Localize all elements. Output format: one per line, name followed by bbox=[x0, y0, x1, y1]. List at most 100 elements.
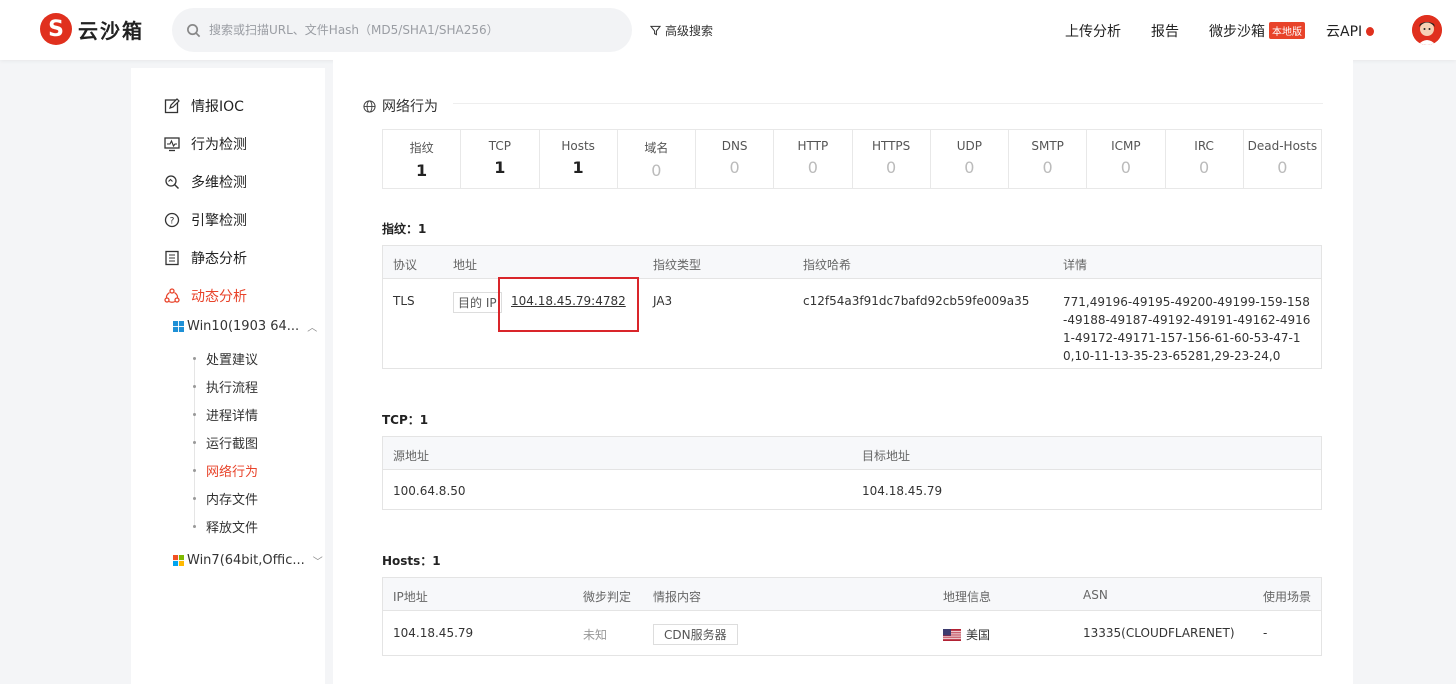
col-protocol: 协议 bbox=[393, 258, 418, 272]
stat-http[interactable]: HTTP 0 bbox=[774, 130, 853, 188]
leaf-label: 网络行为 bbox=[206, 465, 259, 480]
col-geo: 地理信息 bbox=[943, 590, 992, 604]
stat-dns[interactable]: DNS 0 bbox=[696, 130, 775, 188]
stat-value: 0 bbox=[1199, 158, 1210, 177]
table-header: 协议 地址 指纹类型 指纹哈希 详情 bbox=[383, 246, 1321, 279]
sidebar-item-label: 静态分析 bbox=[191, 251, 247, 267]
intel-tag: CDN服务器 bbox=[653, 624, 738, 645]
search-bar[interactable] bbox=[172, 8, 632, 52]
geo-label: 美国 bbox=[966, 628, 991, 642]
nav-cloud-api[interactable]: 云API bbox=[1326, 21, 1375, 41]
cluster-icon bbox=[163, 287, 181, 305]
search-icon bbox=[187, 23, 201, 37]
advanced-search-link[interactable]: 高级搜索 bbox=[650, 22, 713, 39]
cell-judge: 未知 bbox=[583, 628, 608, 642]
avatar-icon bbox=[1412, 15, 1442, 45]
stat-tcp[interactable]: TCP 1 bbox=[461, 130, 540, 188]
stat-fingerprint[interactable]: 指纹 1 bbox=[383, 130, 462, 188]
leaf-released-files[interactable]: 释放文件 bbox=[193, 517, 258, 536]
logo[interactable]: S 云沙箱 bbox=[40, 13, 144, 45]
tcp-table: 源地址 目标地址 100.64.8.50 104.18.45.79 bbox=[382, 436, 1322, 510]
leaf-label: 内存文件 bbox=[206, 493, 259, 508]
cell-geo: 美国 bbox=[943, 626, 990, 643]
stat-label: DNS bbox=[721, 139, 748, 153]
cell-scene: - bbox=[1263, 626, 1268, 640]
tree-dot bbox=[193, 469, 196, 472]
stat-smtp[interactable]: SMTP 0 bbox=[1009, 130, 1088, 188]
search-input[interactable] bbox=[209, 23, 609, 37]
stat-udp[interactable]: UDP 0 bbox=[931, 130, 1009, 188]
stat-https[interactable]: HTTPS 0 bbox=[853, 130, 931, 188]
col-detail: 详情 bbox=[1063, 258, 1088, 272]
us-flag-icon bbox=[943, 629, 961, 641]
stat-irc[interactable]: IRC 0 bbox=[1166, 130, 1244, 188]
stat-value: 0 bbox=[1120, 158, 1131, 177]
sidebar-item-intel-ioc[interactable]: 情报IOC bbox=[163, 96, 244, 116]
stat-label: Hosts bbox=[561, 139, 595, 153]
col-intel: 情报内容 bbox=[653, 590, 702, 604]
stat-value: 1 bbox=[494, 158, 506, 177]
question-circle-icon: ? bbox=[163, 211, 181, 229]
stat-domain[interactable]: 域名 0 bbox=[618, 130, 696, 188]
hosts-table: IP地址 微步判定 情报内容 地理信息 ASN 使用场景 104.18.45.7… bbox=[382, 577, 1322, 656]
stat-dead-hosts[interactable]: Dead-Hosts 0 bbox=[1244, 130, 1321, 188]
leaf-disposal-advice[interactable]: 处置建议 bbox=[193, 349, 258, 368]
cell-protocol: TLS bbox=[393, 294, 415, 308]
avatar[interactable] bbox=[1412, 15, 1442, 45]
stat-icmp[interactable]: ICMP 0 bbox=[1087, 130, 1166, 188]
nav-api-label: 云API bbox=[1326, 24, 1363, 40]
col-fp-type: 指纹类型 bbox=[653, 258, 702, 272]
stat-hosts[interactable]: Hosts 1 bbox=[540, 130, 618, 188]
cell-ip[interactable]: 104.18.45.79 bbox=[393, 626, 473, 640]
cell-fp-hash: c12f54a3f91dc7bafd92cb59fe009a35 bbox=[803, 294, 1030, 308]
sidebar: 情报IOC 行为检测 多维检测 ? 引擎检测 静态分析 动态分析 Win10(1… bbox=[131, 68, 325, 684]
stat-label: HTTPS bbox=[871, 139, 911, 153]
edit-icon bbox=[163, 97, 181, 115]
cell-src: 100.64.8.50 bbox=[393, 484, 466, 498]
leaf-memory-files[interactable]: 内存文件 bbox=[193, 489, 258, 508]
sidebar-item-multi-detect[interactable]: 多维检测 bbox=[163, 172, 247, 192]
col-dst: 目标地址 bbox=[862, 449, 911, 463]
leaf-network-behavior[interactable]: 网络行为 bbox=[193, 461, 258, 480]
table-header: 源地址 目标地址 bbox=[383, 437, 1321, 470]
stat-label: Dead-Hosts bbox=[1247, 139, 1318, 153]
fingerprint-title: 指纹：1 bbox=[382, 222, 427, 236]
stat-value: 0 bbox=[1277, 158, 1288, 177]
leaf-label: 处置建议 bbox=[206, 353, 259, 368]
nav-sandbox[interactable]: 微步沙箱 本地版 bbox=[1209, 21, 1305, 41]
chevron-down-icon: ﹀ bbox=[312, 557, 323, 568]
col-fp-hash: 指纹哈希 bbox=[803, 258, 852, 272]
leaf-screenshots[interactable]: 运行截图 bbox=[193, 433, 258, 452]
sidebar-item-behavior-detect[interactable]: 行为检测 bbox=[163, 134, 247, 154]
col-address: 地址 bbox=[453, 258, 478, 272]
section-title: 网络行为 bbox=[363, 96, 438, 116]
os-win10-toggle[interactable]: Win10(1903 64... ︿ bbox=[173, 319, 317, 334]
sidebar-item-label: 行为检测 bbox=[191, 137, 247, 153]
stat-label: SMTP bbox=[1031, 139, 1064, 153]
leaf-exec-flow[interactable]: 执行流程 bbox=[193, 377, 258, 396]
stat-label: IRC bbox=[1194, 139, 1214, 153]
sidebar-item-engine-detect[interactable]: ? 引擎检测 bbox=[163, 210, 247, 230]
col-src: 源地址 bbox=[393, 449, 430, 463]
network-stats: 指纹 1 TCP 1 Hosts 1 域名 0 DNS 0 HTTP 0 HTTPS 0 UD… bbox=[382, 129, 1322, 189]
tree-dot bbox=[193, 385, 196, 388]
os-win7-label: Win7(64bit,Offic... bbox=[187, 553, 305, 568]
nav-report[interactable]: 报告 bbox=[1151, 21, 1179, 41]
leaf-process-detail[interactable]: 进程详情 bbox=[193, 405, 258, 424]
cell-fp-type: JA3 bbox=[653, 294, 673, 308]
leaf-label: 释放文件 bbox=[206, 521, 259, 536]
col-asn: ASN bbox=[1083, 588, 1108, 602]
stat-value: 0 bbox=[807, 158, 818, 177]
hot-dot-icon bbox=[1366, 27, 1375, 36]
sidebar-item-static-analysis[interactable]: 静态分析 bbox=[163, 248, 247, 268]
sidebar-item-dynamic-analysis[interactable]: 动态分析 bbox=[163, 286, 247, 306]
nav-upload-analysis[interactable]: 上传分析 bbox=[1065, 21, 1121, 41]
tree-dot bbox=[193, 357, 196, 360]
nav-sandbox-label: 微步沙箱 bbox=[1209, 24, 1265, 40]
stat-label: ICMP bbox=[1111, 139, 1141, 153]
col-ip: IP地址 bbox=[393, 590, 428, 604]
cell-asn: 13335(CLOUDFLARENET) bbox=[1083, 626, 1235, 640]
local-version-badge: 本地版 bbox=[1269, 22, 1305, 39]
os-win7-toggle[interactable]: Win7(64bit,Offic... ﹀ bbox=[173, 553, 323, 568]
cell-dst: 104.18.45.79 bbox=[862, 484, 943, 498]
